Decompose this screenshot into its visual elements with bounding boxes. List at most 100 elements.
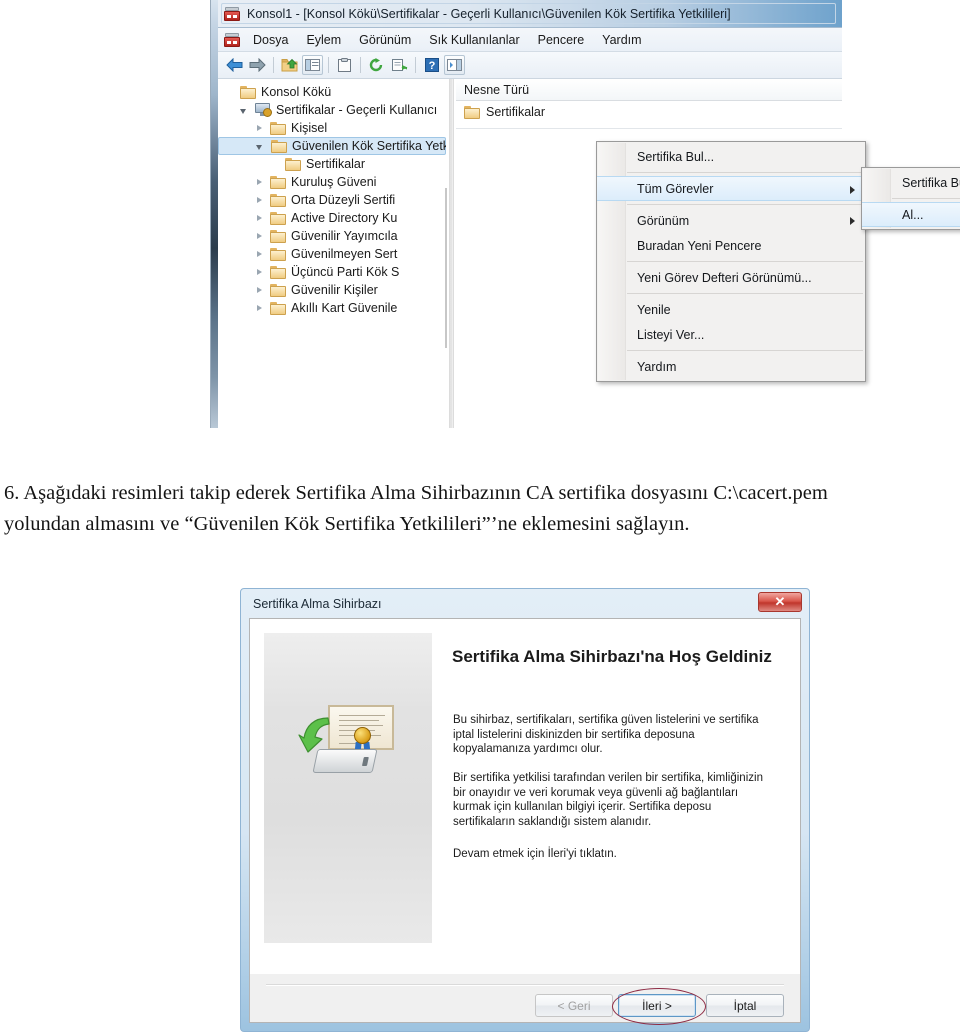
menu-pencere[interactable]: Pencere bbox=[529, 32, 594, 48]
chevron-right-icon[interactable] bbox=[254, 177, 265, 188]
menu-item[interactable]: Yeni Görev Defteri Görünümü... bbox=[597, 265, 865, 290]
show-hide-tree-icon[interactable] bbox=[302, 55, 323, 75]
chevron-down-icon[interactable] bbox=[239, 105, 250, 116]
menu-eylem[interactable]: Eylem bbox=[297, 32, 350, 48]
folder-icon bbox=[270, 121, 286, 135]
show-action-pane-icon[interactable] bbox=[444, 55, 465, 75]
mmc-titlebar: Konsol1 - [Konsol Kökü\Sertifikalar - Ge… bbox=[218, 0, 842, 28]
menu-item[interactable]: Listeyi Ver... bbox=[597, 322, 865, 347]
up-folder-icon[interactable] bbox=[279, 55, 300, 75]
tree-item-label: Sertifikalar bbox=[306, 157, 366, 171]
console-tree-pane[interactable]: Konsol Kökü Sertifikalar - Geçerli Kullan… bbox=[218, 79, 446, 428]
back-button[interactable]: < Geri bbox=[535, 994, 613, 1017]
menu-item[interactable]: Yenile bbox=[597, 297, 865, 322]
menu-separator bbox=[892, 198, 960, 199]
tree-item-label: Kuruluş Güveni bbox=[291, 175, 377, 189]
menu-yardim[interactable]: Yardım bbox=[593, 32, 650, 48]
export-list-icon[interactable] bbox=[389, 55, 410, 75]
instruction-line-2: yolundan almasını ve “Güvenilen Kök Sert… bbox=[4, 513, 690, 535]
back-arrow-icon[interactable] bbox=[224, 55, 245, 75]
tree-item[interactable]: Üçüncü Parti Kök S bbox=[218, 263, 446, 281]
list-item[interactable]: Sertifikalar bbox=[456, 101, 842, 123]
context-submenu-tum-gorevler[interactable]: Sertifika Bul... Al... bbox=[861, 167, 960, 230]
tree-item[interactable]: Orta Düzeyli Sertifi bbox=[218, 191, 446, 209]
menu-separator bbox=[627, 350, 863, 351]
refresh-icon[interactable] bbox=[366, 55, 387, 75]
pane-splitter[interactable] bbox=[449, 79, 454, 428]
menu-item[interactable]: Sertifika Bul... bbox=[597, 144, 865, 169]
menu-separator bbox=[627, 172, 863, 173]
wizard-paragraph-1: Bu sihirbaz, sertifikaları, sertifika gü… bbox=[453, 714, 759, 755]
tree-item-label: Güvenilir Yayımcıla bbox=[291, 229, 398, 243]
wizard-paragraph-2: Bir sertifika yetkilisi tarafından veril… bbox=[453, 772, 763, 828]
wizard-heading: Sertifika Alma Sihirbazı'na Hoş Geldiniz bbox=[452, 647, 772, 666]
folder-icon bbox=[270, 211, 286, 225]
chevron-right-icon[interactable] bbox=[254, 231, 265, 242]
forward-arrow-icon[interactable] bbox=[247, 55, 268, 75]
folder-icon bbox=[270, 229, 286, 243]
chevron-right-icon[interactable] bbox=[254, 123, 265, 134]
tree-item[interactable]: Active Directory Ku bbox=[218, 209, 446, 227]
chevron-right-icon[interactable] bbox=[254, 195, 265, 206]
menu-item-label: Tüm Görevler bbox=[637, 181, 714, 196]
instruction-paragraph: 6. Aşağıdaki resimleri takip ederek Sert… bbox=[4, 478, 956, 540]
tree-item[interactable]: Güvenilmeyen Sert bbox=[218, 245, 446, 263]
tree-item-label: Güvenilen Kök Sertifika Yetkil bbox=[292, 139, 446, 153]
tree-item-label: Akıllı Kart Güvenile bbox=[291, 301, 398, 315]
close-icon[interactable]: ✕ bbox=[758, 592, 802, 612]
menu-dosya[interactable]: Dosya bbox=[244, 32, 297, 48]
help-icon[interactable]: ? bbox=[421, 55, 442, 75]
tree-item-label: Konsol Kökü bbox=[261, 85, 332, 99]
menu-sik-kullanilanlar[interactable]: Sık Kullanılanlar bbox=[420, 32, 528, 48]
console-icon-small bbox=[224, 32, 240, 47]
menu-item-label: Yeni Görev Defteri Görünümü... bbox=[637, 270, 812, 285]
tree-item[interactable]: Güvenilir Kişiler bbox=[218, 281, 446, 299]
menu-item-label: Sertifika Bul... bbox=[902, 175, 960, 190]
chevron-right-icon[interactable] bbox=[254, 285, 265, 296]
menu-separator bbox=[627, 293, 863, 294]
import-arrow-icon bbox=[298, 717, 330, 753]
tree-item[interactable]: Konsol Kökü bbox=[218, 83, 446, 101]
chevron-right-icon[interactable] bbox=[254, 267, 265, 278]
wizard-paragraph-3: Devam etmek için İleri'yi tıklatın. bbox=[453, 848, 617, 860]
tree-item[interactable]: Akıllı Kart Güvenile bbox=[218, 299, 446, 317]
next-button[interactable]: İleri > bbox=[618, 994, 696, 1017]
footer-divider bbox=[266, 984, 784, 986]
tree-item[interactable]: Kuruluş Güveni bbox=[218, 173, 446, 191]
mmc-window-title: Konsol1 - [Konsol Kökü\Sertifikalar - Ge… bbox=[247, 6, 731, 21]
toolbar-separator bbox=[360, 57, 361, 73]
context-menu[interactable]: Sertifika Bul... Tüm Görevler Görünüm Burad… bbox=[596, 141, 866, 382]
console-icon bbox=[224, 6, 240, 21]
menu-item[interactable]: Buradan Yeni Pencere bbox=[597, 233, 865, 258]
chevron-right-icon[interactable] bbox=[254, 249, 265, 260]
menu-item[interactable]: Sertifika Bul... bbox=[862, 170, 960, 195]
menu-item[interactable]: Tüm Görevler bbox=[597, 176, 865, 201]
chevron-right-icon[interactable] bbox=[254, 213, 265, 224]
menu-gorunum[interactable]: Görünüm bbox=[350, 32, 420, 48]
tree-item[interactable]: Sertifikalar bbox=[218, 155, 446, 173]
wizard-titlebar: Sertifika Alma Sihirbazı bbox=[241, 589, 809, 618]
mmc-menubar[interactable]: Dosya Eylem Görünüm Sık Kullanılanlar Pe… bbox=[218, 28, 842, 52]
list-column-header-nesne-turu[interactable]: Nesne Türü bbox=[456, 79, 842, 101]
menu-item-label: Al... bbox=[902, 207, 924, 222]
cancel-button[interactable]: İptal bbox=[706, 994, 784, 1017]
svg-text:?: ? bbox=[428, 60, 435, 72]
wizard-welcome-panel: Sertifika Alma Sihirbazı'na Hoş Geldiniz… bbox=[250, 619, 800, 974]
menu-item-label: Sertifika Bul... bbox=[637, 149, 715, 164]
folder-icon bbox=[240, 85, 256, 99]
tree-item[interactable]: Güvenilen Kök Sertifika Yetkil bbox=[218, 137, 446, 155]
chevron-right-icon[interactable] bbox=[254, 303, 265, 314]
tree-item[interactable]: Güvenilir Yayımcıla bbox=[218, 227, 446, 245]
menu-item[interactable]: Al... bbox=[862, 202, 960, 227]
properties-icon[interactable] bbox=[334, 55, 355, 75]
menu-item[interactable]: Yardım bbox=[597, 354, 865, 379]
mmc-toolbar[interactable]: ? bbox=[218, 52, 842, 79]
chevron-down-icon[interactable] bbox=[255, 141, 266, 152]
tree-item[interactable]: Kişisel bbox=[218, 119, 446, 137]
menu-separator bbox=[627, 261, 863, 262]
menu-item[interactable]: Görünüm bbox=[597, 208, 865, 233]
tree-item-label: Sertifikalar - Geçerli Kullanıcı bbox=[276, 103, 438, 117]
tree-item[interactable]: Sertifikalar - Geçerli Kullanıcı bbox=[218, 101, 446, 119]
